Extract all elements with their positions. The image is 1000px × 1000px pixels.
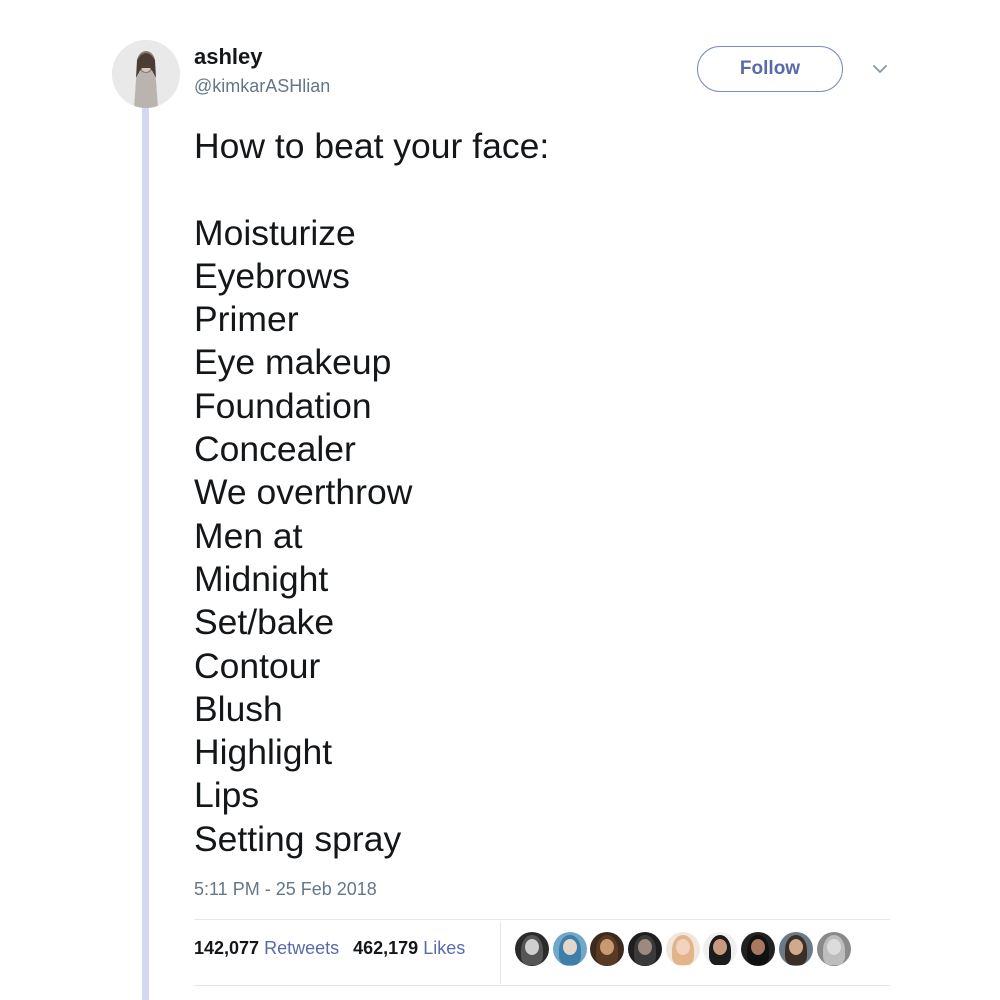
tweet-line: Foundation (194, 385, 372, 426)
retweets-label: Retweets (264, 938, 340, 958)
tweet-line: Highlight (194, 732, 333, 773)
liker-avatar[interactable] (628, 932, 663, 966)
liker-avatars (515, 932, 854, 966)
tweet-line: Primer (194, 299, 299, 340)
retweets-stat[interactable]: 142,077 Retweets (194, 938, 339, 959)
tweet-line: Eye makeup (194, 342, 392, 383)
tweet-text: How to beat your face: Moisturize Eyebro… (194, 125, 549, 861)
display-name[interactable]: ashley (194, 44, 263, 70)
liker-avatar[interactable] (703, 932, 738, 966)
tweet-line: Men at (194, 515, 303, 556)
follow-button[interactable]: Follow (697, 46, 843, 92)
chevron-down-icon[interactable] (871, 62, 889, 76)
thread-line (142, 108, 149, 1000)
liker-avatar[interactable] (590, 932, 625, 966)
likes-stat[interactable]: 462,179 Likes (353, 938, 465, 959)
tweet-line: Lips (194, 775, 260, 816)
tweet-line: Blush (194, 688, 283, 729)
avatar-photo (112, 40, 180, 108)
tweet-line: Eyebrows (194, 255, 350, 296)
liker-avatar[interactable] (515, 932, 549, 966)
liker-avatar[interactable] (778, 932, 813, 966)
stats-separator (500, 922, 501, 984)
stats-divider-top (194, 919, 890, 920)
avatar[interactable] (112, 40, 180, 108)
liker-avatar[interactable] (665, 932, 700, 966)
user-handle[interactable]: @kimkarASHlian (194, 76, 330, 97)
tweet-line: Set/bake (194, 602, 335, 643)
tweet-line: Concealer (194, 429, 356, 470)
tweet-stats: 142,077 Retweets 462,179 Likes (194, 938, 465, 959)
tweet-line: Contour (194, 645, 321, 686)
liker-avatar[interactable] (816, 932, 851, 966)
tweet-timestamp[interactable]: 5:11 PM - 25 Feb 2018 (194, 879, 377, 900)
likes-count: 462,179 (353, 938, 419, 958)
tweet-line: Midnight (194, 558, 329, 599)
tweet-line: Setting spray (194, 818, 402, 859)
tweet-heading: How to beat your face: (194, 126, 550, 166)
stats-divider-bottom (194, 985, 890, 986)
likes-label: Likes (423, 938, 466, 958)
retweets-count: 142,077 (194, 938, 260, 958)
tweet-line: Moisturize (194, 212, 356, 253)
liker-avatar[interactable] (741, 932, 776, 966)
liker-avatar[interactable] (552, 932, 587, 966)
tweet-line: We overthrow (194, 472, 413, 513)
